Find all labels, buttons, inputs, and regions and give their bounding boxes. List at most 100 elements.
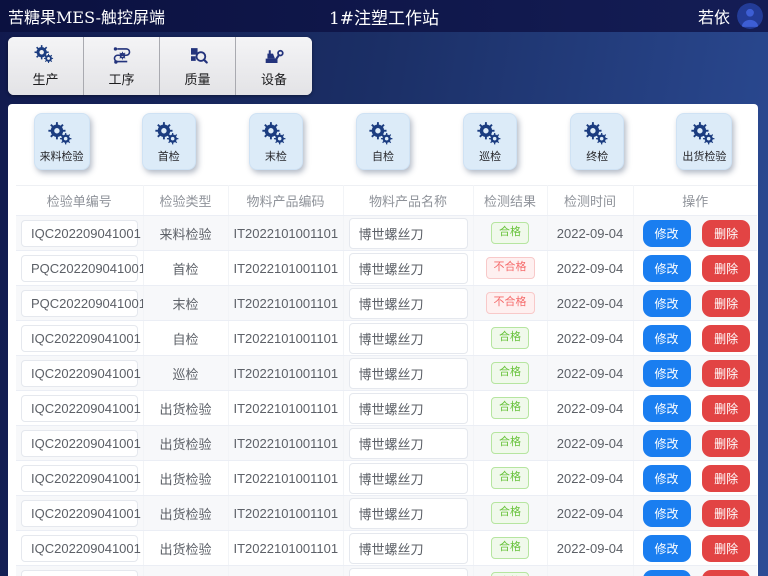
inspection-type: 出货检验 (143, 391, 228, 426)
material-name: 博世螺丝刀 (349, 218, 468, 249)
edit-button[interactable]: 修改 (643, 290, 691, 317)
process-route-icon (111, 45, 133, 66)
delete-button[interactable]: 删除 (702, 535, 750, 562)
inspection-type: 出货检验 (143, 496, 228, 531)
inspection-card[interactable]: 来料检验 (34, 113, 90, 170)
result-badge: 合格 (491, 222, 529, 243)
edit-button[interactable]: 修改 (643, 535, 691, 562)
inspection-type: 末检 (143, 286, 228, 321)
tab-quality[interactable]: 质量 (160, 37, 236, 95)
material-code: IT2022101001101 (228, 426, 343, 461)
material-name: 博世螺丝刀 (349, 288, 468, 319)
edit-button[interactable]: 修改 (643, 325, 691, 352)
inspection-no: IQC202209041001 (21, 535, 138, 562)
material-name: 博世螺丝刀 (349, 568, 468, 576)
username: 若依 (698, 4, 730, 28)
user-menu[interactable]: 若依 (698, 3, 768, 29)
topbar: 苦糖果MES-触控屏端 1#注塑工作站 若依 (0, 0, 768, 32)
tab-process[interactable]: 工序 (84, 37, 160, 95)
inspection-type: 出货检验 (143, 566, 228, 576)
result-badge: 合格 (491, 432, 529, 453)
tab-production[interactable]: 生产 (8, 37, 84, 95)
inspection-card[interactable]: 巡检 (463, 113, 517, 170)
inspection-type: 首检 (143, 251, 228, 286)
delete-button[interactable]: 删除 (702, 395, 750, 422)
inspect-date: 2022-09-04 (547, 531, 633, 566)
material-name: 博世螺丝刀 (349, 533, 468, 564)
delete-button[interactable]: 删除 (702, 290, 750, 317)
inspection-card-label: 来料检验 (40, 148, 84, 164)
material-name: 博世螺丝刀 (349, 428, 468, 459)
inspection-no: IQC202209041001 (21, 500, 138, 527)
result-badge: 合格 (491, 327, 529, 348)
inspection-card-label: 自检 (372, 148, 394, 164)
edit-button[interactable]: 修改 (643, 570, 691, 576)
inspect-date: 2022-09-04 (547, 216, 633, 251)
gears-icon (34, 45, 58, 66)
result-badge: 合格 (491, 397, 529, 418)
inspect-date: 2022-09-04 (547, 286, 633, 321)
inspection-no: PQC202209041001 (21, 255, 138, 282)
delete-button[interactable]: 删除 (702, 360, 750, 387)
gears-icon (691, 122, 718, 147)
inspect-date: 2022-09-04 (547, 391, 633, 426)
inspection-type: 出货检验 (143, 426, 228, 461)
result-badge: 合格 (491, 572, 529, 576)
inspect-date: 2022-09-04 (547, 251, 633, 286)
material-code: IT2022101001101 (228, 461, 343, 496)
inspection-card[interactable]: 出货检验 (676, 113, 732, 170)
material-name: 博世螺丝刀 (349, 393, 468, 424)
delete-button[interactable]: 删除 (702, 255, 750, 282)
edit-button[interactable]: 修改 (643, 465, 691, 492)
tab-equipment[interactable]: 设备 (236, 37, 312, 95)
delete-button[interactable]: 删除 (702, 430, 750, 457)
inspection-no: IQC202209041001 (21, 570, 138, 576)
edit-button[interactable]: 修改 (643, 255, 691, 282)
delete-button[interactable]: 删除 (702, 500, 750, 527)
main-nav: 生产 工序 质量 设备 (8, 37, 312, 95)
table-row: PQC202209041001 首检 IT2022101001101 博世螺丝刀… (16, 251, 757, 286)
result-badge: 合格 (491, 502, 529, 523)
inspect-date: 2022-09-04 (547, 461, 633, 496)
edit-button[interactable]: 修改 (643, 360, 691, 387)
material-name: 博世螺丝刀 (349, 498, 468, 529)
table-row: IQC202209041001 出货检验 IT2022101001101 博世螺… (16, 496, 757, 531)
result-badge: 合格 (491, 537, 529, 558)
column-header: 物料产品名称 (343, 186, 473, 216)
result-badge: 合格 (491, 362, 529, 383)
edit-button[interactable]: 修改 (643, 500, 691, 527)
inspect-date: 2022-09-04 (547, 356, 633, 391)
inspection-table: 检验单编号检验类型物料产品编码物料产品名称检测结果检测时间操作 IQC20220… (16, 185, 757, 576)
inspection-type: 巡检 (143, 356, 228, 391)
gears-icon (155, 122, 182, 147)
inspection-card[interactable]: 终检 (570, 113, 624, 170)
inspection-card-label: 巡检 (479, 148, 501, 164)
gears-icon (369, 122, 396, 147)
table-row: IQC202209041001 出货检验 IT2022101001101 博世螺… (16, 531, 757, 566)
tab-label: 设备 (261, 69, 287, 88)
delete-button[interactable]: 删除 (702, 325, 750, 352)
result-badge: 合格 (491, 467, 529, 488)
inspection-card-label: 首检 (158, 148, 180, 164)
delete-button[interactable]: 删除 (702, 220, 750, 247)
table-header-row: 检验单编号检验类型物料产品编码物料产品名称检测结果检测时间操作 (16, 186, 757, 216)
inspection-no: IQC202209041001 (21, 395, 138, 422)
inspect-date: 2022-09-04 (547, 496, 633, 531)
delete-button[interactable]: 删除 (702, 570, 750, 576)
table-row: IQC202209041001 自检 IT2022101001101 博世螺丝刀… (16, 321, 757, 356)
inspection-card[interactable]: 末检 (249, 113, 303, 170)
edit-button[interactable]: 修改 (643, 220, 691, 247)
material-code: IT2022101001101 (228, 251, 343, 286)
edit-button[interactable]: 修改 (643, 395, 691, 422)
material-name: 博世螺丝刀 (349, 463, 468, 494)
gears-icon (584, 122, 611, 147)
delete-button[interactable]: 删除 (702, 465, 750, 492)
material-code: IT2022101001101 (228, 356, 343, 391)
edit-button[interactable]: 修改 (643, 430, 691, 457)
material-code: IT2022101001101 (228, 531, 343, 566)
inspection-no: IQC202209041001 (21, 220, 138, 247)
material-code: IT2022101001101 (228, 321, 343, 356)
inspection-card[interactable]: 自检 (356, 113, 410, 170)
quick-actions: 来料检验 首检 末检 自检 巡检 终检 (8, 104, 758, 170)
inspection-card[interactable]: 首检 (142, 113, 196, 170)
